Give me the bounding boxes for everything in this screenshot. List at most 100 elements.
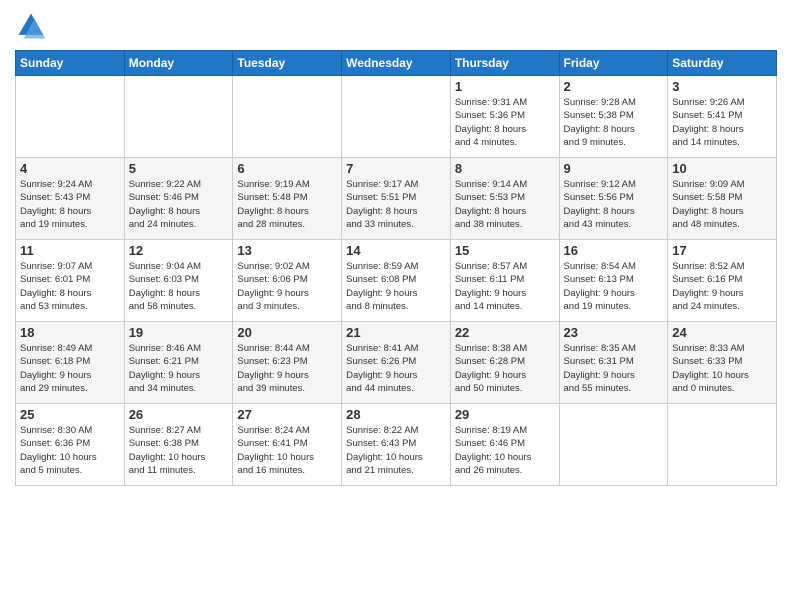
calendar-cell: 28 Sunrise: 8:22 AMSunset: 6:43 PMDayligh… [342, 404, 451, 486]
weekday-header-cell: Friday [559, 51, 668, 76]
calendar-cell: 22 Sunrise: 8:38 AMSunset: 6:28 PMDayligh… [450, 322, 559, 404]
day-info: Sunrise: 9:22 AMSunset: 5:46 PMDaylight:… [129, 178, 229, 231]
day-number: 1 [455, 79, 555, 94]
day-info: Sunrise: 9:28 AMSunset: 5:38 PMDaylight:… [564, 96, 664, 149]
calendar-cell: 18Sunrise: 8:49 AMSunset: 6:18 PMDayligh… [16, 322, 125, 404]
calendar-cell: 4 Sunrise: 9:24 AMSunset: 5:43 PMDaylight… [16, 158, 125, 240]
calendar-cell: 14Sunrise: 8:59 AMSunset: 6:08 PMDayligh… [342, 240, 451, 322]
day-info: Sunrise: 8:22 AMSunset: 6:43 PMDaylight:… [346, 424, 446, 477]
day-number: 21 [346, 325, 446, 340]
day-number: 27 [237, 407, 337, 422]
calendar-cell [668, 404, 777, 486]
day-info: Sunrise: 8:19 AMSunset: 6:46 PMDaylight:… [455, 424, 555, 477]
day-info: Sunrise: 8:49 AMSunset: 6:18 PMDaylight:… [20, 342, 120, 395]
calendar-cell: 13 Sunrise: 9:02 AMSunset: 6:06 PMDayligh… [233, 240, 342, 322]
day-number: 10 [672, 161, 772, 176]
calendar-cell: 16 Sunrise: 8:54 AMSunset: 6:13 PMDayligh… [559, 240, 668, 322]
day-number: 28 [346, 407, 446, 422]
day-number: 7 [346, 161, 446, 176]
weekday-header-cell: Thursday [450, 51, 559, 76]
weekday-header-row: SundayMondayTuesdayWednesdayThursdayFrid… [16, 51, 777, 76]
day-number: 13 [237, 243, 337, 258]
calendar-cell: 6Sunrise: 9:19 AMSunset: 5:48 PMDaylight… [233, 158, 342, 240]
day-info: Sunrise: 9:19 AMSunset: 5:48 PMDaylight:… [237, 178, 337, 231]
day-number: 12 [129, 243, 229, 258]
day-number: 9 [564, 161, 664, 176]
day-info: Sunrise: 9:07 AMSunset: 6:01 PMDaylight:… [20, 260, 120, 313]
day-info: Sunrise: 8:38 AMSunset: 6:28 PMDaylight:… [455, 342, 555, 395]
day-info: Sunrise: 8:41 AMSunset: 6:26 PMDaylight:… [346, 342, 446, 395]
calendar-cell: 2 Sunrise: 9:28 AMSunset: 5:38 PMDaylight… [559, 76, 668, 158]
day-number: 3 [672, 79, 772, 94]
calendar-week-row: 11 Sunrise: 9:07 AMSunset: 6:01 PMDayligh… [16, 240, 777, 322]
weekday-header-cell: Saturday [668, 51, 777, 76]
calendar-week-row: 25Sunrise: 8:30 AMSunset: 6:36 PMDayligh… [16, 404, 777, 486]
day-number: 11 [20, 243, 120, 258]
weekday-header-cell: Monday [124, 51, 233, 76]
day-info: Sunrise: 9:24 AMSunset: 5:43 PMDaylight:… [20, 178, 120, 231]
day-info: Sunrise: 8:52 AMSunset: 6:16 PMDaylight:… [672, 260, 772, 313]
day-info: Sunrise: 9:04 AMSunset: 6:03 PMDaylight:… [129, 260, 229, 313]
day-info: Sunrise: 9:02 AMSunset: 6:06 PMDaylight:… [237, 260, 337, 313]
calendar-week-row: 4 Sunrise: 9:24 AMSunset: 5:43 PMDaylight… [16, 158, 777, 240]
day-info: Sunrise: 9:31 AMSunset: 5:36 PMDaylight:… [455, 96, 555, 149]
calendar-cell: 7 Sunrise: 9:17 AMSunset: 5:51 PMDaylight… [342, 158, 451, 240]
calendar-cell [342, 76, 451, 158]
calendar-cell: 25Sunrise: 8:30 AMSunset: 6:36 PMDayligh… [16, 404, 125, 486]
day-number: 4 [20, 161, 120, 176]
day-info: Sunrise: 8:46 AMSunset: 6:21 PMDaylight:… [129, 342, 229, 395]
calendar-table: SundayMondayTuesdayWednesdayThursdayFrid… [15, 50, 777, 486]
day-info: Sunrise: 9:17 AMSunset: 5:51 PMDaylight:… [346, 178, 446, 231]
calendar-cell: 23 Sunrise: 8:35 AMSunset: 6:31 PMDayligh… [559, 322, 668, 404]
day-number: 2 [564, 79, 664, 94]
calendar-week-row: 18Sunrise: 8:49 AMSunset: 6:18 PMDayligh… [16, 322, 777, 404]
calendar-cell: 12 Sunrise: 9:04 AMSunset: 6:03 PMDayligh… [124, 240, 233, 322]
calendar-cell: 26 Sunrise: 8:27 AMSunset: 6:38 PMDayligh… [124, 404, 233, 486]
weekday-header-cell: Wednesday [342, 51, 451, 76]
calendar-week-row: 1 Sunrise: 9:31 AMSunset: 5:36 PMDaylight… [16, 76, 777, 158]
day-info: Sunrise: 8:35 AMSunset: 6:31 PMDaylight:… [564, 342, 664, 395]
day-number: 24 [672, 325, 772, 340]
calendar-cell: 1 Sunrise: 9:31 AMSunset: 5:36 PMDaylight… [450, 76, 559, 158]
day-info: Sunrise: 8:24 AMSunset: 6:41 PMDaylight:… [237, 424, 337, 477]
day-number: 22 [455, 325, 555, 340]
calendar-cell: 29Sunrise: 8:19 AMSunset: 6:46 PMDayligh… [450, 404, 559, 486]
day-info: Sunrise: 8:27 AMSunset: 6:38 PMDaylight:… [129, 424, 229, 477]
day-number: 14 [346, 243, 446, 258]
calendar-body: 1 Sunrise: 9:31 AMSunset: 5:36 PMDaylight… [16, 76, 777, 486]
day-number: 8 [455, 161, 555, 176]
calendar-cell: 15 Sunrise: 8:57 AMSunset: 6:11 PMDayligh… [450, 240, 559, 322]
page: SundayMondayTuesdayWednesdayThursdayFrid… [0, 0, 792, 612]
day-info: Sunrise: 8:57 AMSunset: 6:11 PMDaylight:… [455, 260, 555, 313]
day-number: 15 [455, 243, 555, 258]
calendar-cell [233, 76, 342, 158]
day-info: Sunrise: 8:44 AMSunset: 6:23 PMDaylight:… [237, 342, 337, 395]
header [15, 10, 777, 42]
calendar-cell: 17 Sunrise: 8:52 AMSunset: 6:16 PMDayligh… [668, 240, 777, 322]
day-number: 16 [564, 243, 664, 258]
day-number: 17 [672, 243, 772, 258]
day-number: 19 [129, 325, 229, 340]
weekday-header-cell: Sunday [16, 51, 125, 76]
day-number: 5 [129, 161, 229, 176]
calendar-cell: 9 Sunrise: 9:12 AMSunset: 5:56 PMDaylight… [559, 158, 668, 240]
calendar-cell [16, 76, 125, 158]
calendar-cell: 19 Sunrise: 8:46 AMSunset: 6:21 PMDayligh… [124, 322, 233, 404]
logo [15, 10, 51, 42]
day-number: 23 [564, 325, 664, 340]
day-info: Sunrise: 9:14 AMSunset: 5:53 PMDaylight:… [455, 178, 555, 231]
calendar-cell: 8 Sunrise: 9:14 AMSunset: 5:53 PMDaylight… [450, 158, 559, 240]
day-number: 26 [129, 407, 229, 422]
calendar-cell [124, 76, 233, 158]
day-info: Sunrise: 8:54 AMSunset: 6:13 PMDaylight:… [564, 260, 664, 313]
weekday-header-cell: Tuesday [233, 51, 342, 76]
day-info: Sunrise: 9:12 AMSunset: 5:56 PMDaylight:… [564, 178, 664, 231]
calendar-cell [559, 404, 668, 486]
day-number: 20 [237, 325, 337, 340]
calendar-cell: 24 Sunrise: 8:33 AMSunset: 6:33 PMDayligh… [668, 322, 777, 404]
day-number: 25 [20, 407, 120, 422]
calendar-cell: 27 Sunrise: 8:24 AMSunset: 6:41 PMDayligh… [233, 404, 342, 486]
day-info: Sunrise: 8:33 AMSunset: 6:33 PMDaylight:… [672, 342, 772, 395]
day-info: Sunrise: 9:09 AMSunset: 5:58 PMDaylight:… [672, 178, 772, 231]
calendar-cell: 21 Sunrise: 8:41 AMSunset: 6:26 PMDayligh… [342, 322, 451, 404]
